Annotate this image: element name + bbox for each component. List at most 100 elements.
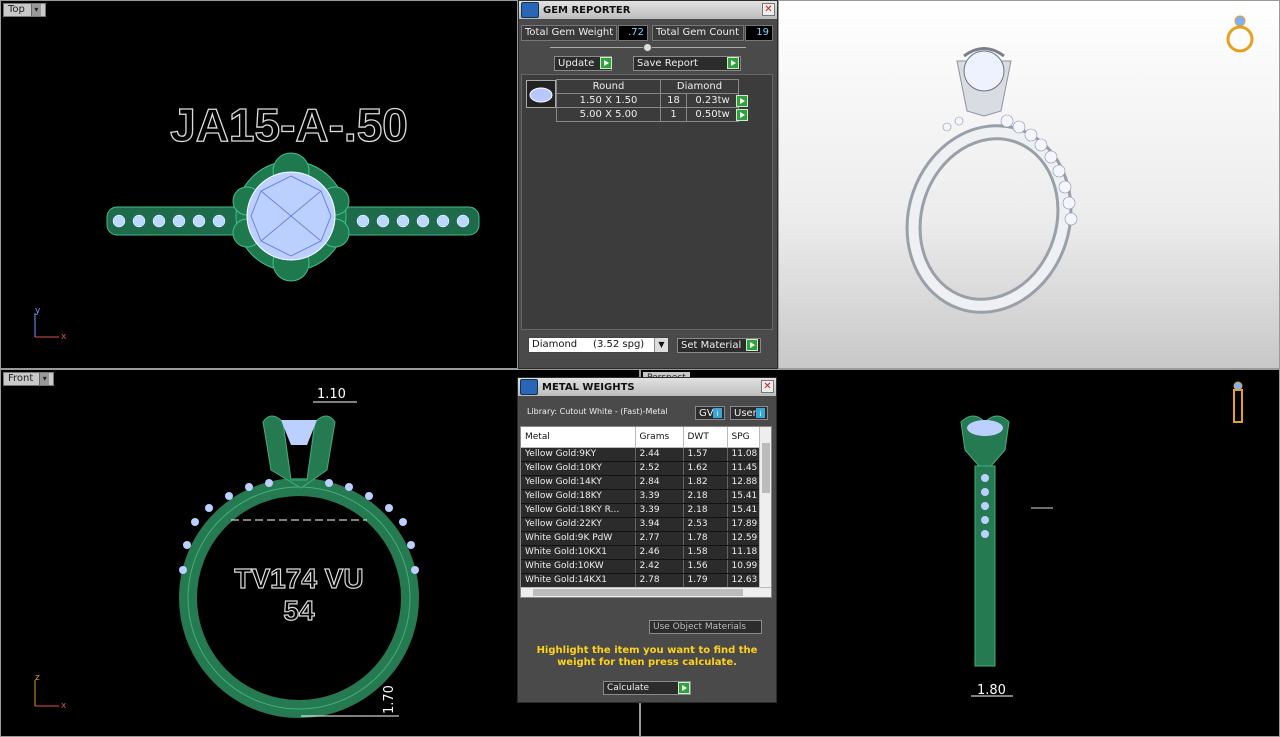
dwt-cell: 1.82 <box>683 475 728 490</box>
dwt-cell: 2.18 <box>683 503 728 518</box>
save-report-button[interactable]: Save Report <box>633 56 741 71</box>
gem-row-go-icon[interactable] <box>736 109 748 121</box>
axis-indicator: z x <box>34 673 67 711</box>
metal-name-cell: Yellow Gold:14KY <box>521 475 636 490</box>
table-row[interactable]: White Gold:10KW 2.42 1.56 10.99 <box>521 559 771 574</box>
material-select-value: Diamond (3.52 spg) <box>532 339 645 350</box>
metal-name-cell: White Gold:14KX1 <box>521 573 636 588</box>
gem-shape-header: Round <box>556 79 661 94</box>
gem-table: Round Diamond 1.50 X 1.50 18 0.23tw 5.00… <box>556 79 739 122</box>
scroll-thumb[interactable] <box>762 443 770 493</box>
metal-weights-titlebar[interactable]: METAL WEIGHTS ✕ <box>518 378 776 396</box>
metal-weights-title: METAL WEIGHTS <box>542 381 635 393</box>
grams-cell: 2.42 <box>635 559 684 574</box>
table-row[interactable]: White Gold:9K PdW 2.77 1.78 12.59 <box>521 531 771 546</box>
table-row[interactable]: White Gold:10KX1 2.46 1.58 11.18 <box>521 545 771 560</box>
grams-column-header[interactable]: Grams <box>635 427 684 448</box>
grams-cell: 2.46 <box>635 545 684 560</box>
gem-size: 5.00 X 5.00 <box>556 107 661 122</box>
grams-cell: 3.39 <box>635 503 684 518</box>
metal-column-header[interactable]: Metal <box>521 427 636 448</box>
grams-cell: 2.44 <box>635 447 684 462</box>
dwt-column-header[interactable]: DWT <box>683 427 728 448</box>
table-row[interactable]: Yellow Gold:10KY 2.52 1.62 11.45 <box>521 461 771 476</box>
vertical-scrollbar[interactable] <box>759 427 771 589</box>
svg-text:z: z <box>35 673 40 683</box>
ring-style-icon[interactable] <box>1225 11 1255 55</box>
svg-text:x: x <box>61 332 67 342</box>
material-select[interactable]: Diamond (3.52 spg) ▼ <box>528 337 669 353</box>
ring-profile-icon[interactable] <box>1227 380 1249 426</box>
viewport-top[interactable]: Top ▾ JA15-A-.50 y x <box>0 0 518 369</box>
dwt-cell: 1.62 <box>683 461 728 476</box>
front-ring-engraving-line2: 54 <box>283 595 315 626</box>
gem-weight: 0.50tw <box>686 107 739 122</box>
front-dimension-top: 1.10 <box>317 387 346 402</box>
horizontal-scrollbar[interactable] <box>521 587 771 597</box>
top-view-drawing: JA15-A-.50 y x <box>34 98 480 342</box>
info-icon[interactable]: i <box>713 408 722 418</box>
metal-name-cell: White Gold:10KW <box>521 559 636 574</box>
info-icon[interactable]: i <box>756 408 765 418</box>
metal-name-cell: Yellow Gold:10KY <box>521 461 636 476</box>
dwt-cell: 1.78 <box>683 531 728 546</box>
dwt-cell: 2.18 <box>683 489 728 504</box>
round-diamond-thumbnail <box>526 80 556 108</box>
library-label: Library: Cutout White - (Fast)-Metal <box>527 407 668 416</box>
metal-name-cell: Yellow Gold:18KY R... <box>521 503 636 518</box>
svg-text:y: y <box>35 306 41 316</box>
scroll-thumb[interactable] <box>533 589 743 596</box>
top-ring-engraving: JA15-A-.50 <box>170 99 408 151</box>
dwt-cell: 1.79 <box>683 573 728 588</box>
gem-count: 1 <box>659 107 688 122</box>
gv-label: GV <box>699 408 714 419</box>
metal-weights-app-icon <box>520 379 538 395</box>
calculate-go-icon[interactable] <box>678 682 690 694</box>
grams-cell: 2.77 <box>635 531 684 546</box>
gv-toggle[interactable]: GV i <box>695 406 725 420</box>
table-row[interactable]: Yellow Gold:18KY 3.39 2.18 15.41 <box>521 489 771 504</box>
update-go-icon[interactable] <box>600 57 612 69</box>
gem-row-go-icon[interactable] <box>736 95 748 107</box>
metal-name-cell: Yellow Gold:9KY <box>521 447 636 462</box>
close-icon[interactable]: ✕ <box>762 3 775 16</box>
gem-reporter-title: GEM REPORTER <box>543 4 631 16</box>
gem-row[interactable]: 5.00 X 5.00 1 0.50tw <box>556 107 739 122</box>
grams-cell: 2.78 <box>635 573 684 588</box>
gem-row[interactable]: 1.50 X 1.50 18 0.23tw <box>556 93 739 108</box>
user-label: User <box>734 408 757 419</box>
slider-thumb[interactable] <box>643 43 652 52</box>
gem-weight: 0.23tw <box>686 93 739 108</box>
user-toggle[interactable]: User i <box>730 406 768 420</box>
set-material-go-icon[interactable] <box>746 339 758 351</box>
gem-reporter-titlebar[interactable]: GEM REPORTER ✕ <box>519 1 777 19</box>
grams-cell: 2.84 <box>635 475 684 490</box>
use-object-materials-toggle[interactable]: Use Object Materials <box>649 620 762 634</box>
gem-reporter-app-icon <box>521 2 539 18</box>
gem-size: 1.50 X 1.50 <box>556 93 661 108</box>
perspective-ring-render <box>905 47 1078 314</box>
axis-indicator: y x <box>34 306 67 342</box>
chevron-down-icon[interactable]: ▼ <box>654 338 668 352</box>
table-row[interactable]: Yellow Gold:14KY 2.84 1.82 12.88 <box>521 475 771 490</box>
metal-name-cell: White Gold:10KX1 <box>521 545 636 560</box>
front-dimension-bottom: 1.70 <box>382 685 397 714</box>
table-row[interactable]: Yellow Gold:22KY 3.94 2.53 17.89 <box>521 517 771 532</box>
viewport-perspective[interactable] <box>778 0 1280 369</box>
close-icon[interactable]: ✕ <box>761 380 774 393</box>
dwt-cell: 2.53 <box>683 517 728 532</box>
total-gem-count-value: 19 <box>745 25 773 41</box>
table-row[interactable]: Yellow Gold:9KY 2.44 1.57 11.08 <box>521 447 771 462</box>
total-gem-weight-label: Total Gem Weight <box>521 25 617 41</box>
grams-cell: 3.94 <box>635 517 684 532</box>
metal-name-cell: Yellow Gold:18KY <box>521 489 636 504</box>
dwt-cell: 1.58 <box>683 545 728 560</box>
save-report-go-icon[interactable] <box>727 57 739 69</box>
perspective-head <box>956 47 1012 117</box>
dwt-cell: 1.56 <box>683 559 728 574</box>
front-ring-engraving-line1: TV174 VU <box>234 563 363 594</box>
table-row[interactable]: White Gold:14KX1 2.78 1.79 12.63 <box>521 573 771 588</box>
metal-table-container[interactable]: Metal Grams DWT SPG Yellow Gold:9KY 2.44 1… <box>520 426 772 598</box>
table-row[interactable]: Yellow Gold:18KY R... 3.39 2.18 15.41 <box>521 503 771 518</box>
gem-material-header: Diamond <box>660 79 739 94</box>
